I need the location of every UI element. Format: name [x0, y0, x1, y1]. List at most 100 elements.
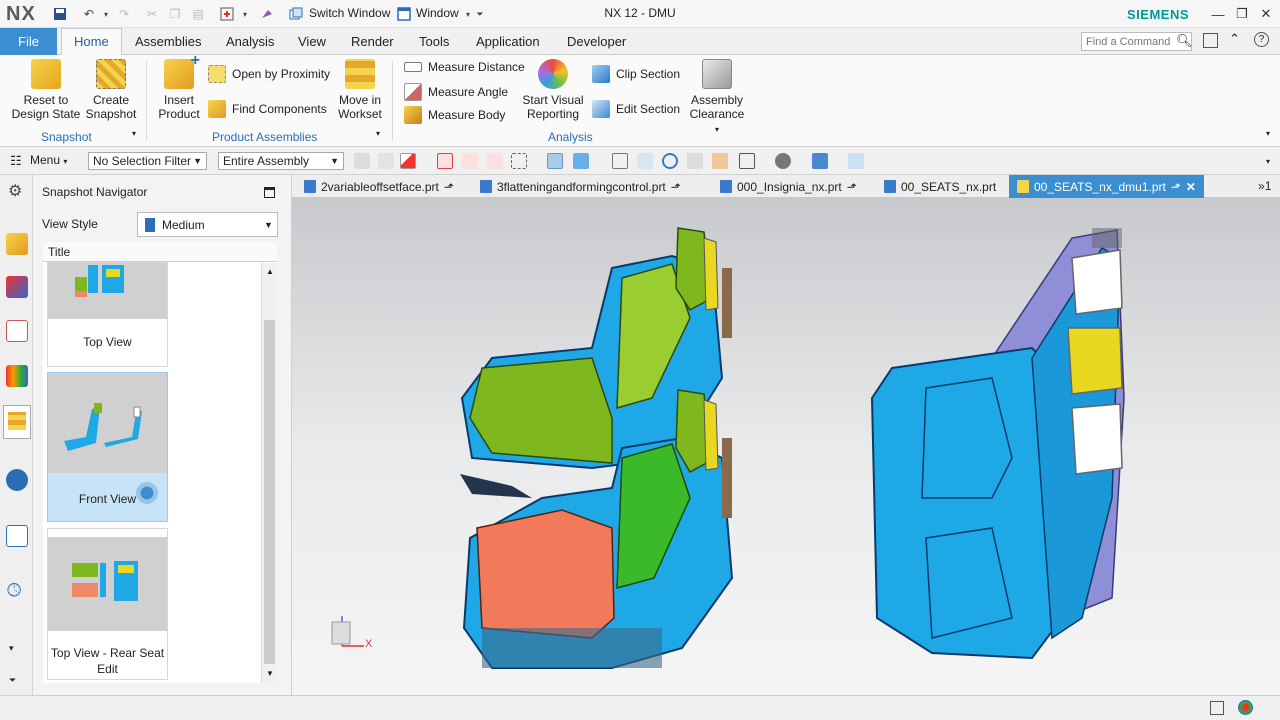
constraint-navigator-icon[interactable]	[6, 276, 28, 298]
point-on-curve-icon[interactable]	[462, 153, 478, 169]
scroll-up-icon[interactable]: ▲	[266, 267, 274, 276]
customize-quick-access-icon[interactable]: ⏷	[471, 5, 489, 23]
snapshot-top-view[interactable]: Top View	[47, 262, 168, 367]
zoom-icon[interactable]	[637, 153, 653, 169]
shaded-view-icon[interactable]	[547, 153, 563, 169]
open-by-proximity-button[interactable]: Open by Proximity	[208, 65, 330, 83]
snapshot-front-view[interactable]: Front View	[47, 372, 168, 522]
snap-view-icon[interactable]	[848, 153, 864, 169]
save-icon[interactable]	[51, 5, 69, 23]
redo-icon[interactable]: ↷	[115, 5, 133, 23]
minimize-icon[interactable]: —	[1207, 4, 1229, 24]
ribbon-options-icon[interactable]	[1203, 33, 1218, 48]
close-tab-icon[interactable]: ✕	[1186, 180, 1196, 194]
vertical-scrollbar[interactable]: ▲ ▼	[261, 263, 277, 683]
undo-icon[interactable]: ↶	[80, 5, 98, 23]
file-tab[interactable]: 3flatteningandformingcontrol.prt ⬏	[480, 175, 681, 198]
undo-dropdown-icon[interactable]: ▾	[97, 5, 115, 23]
file-tab-active[interactable]: 00_SEATS_nx_dmu1.prt ⬏ ✕	[1009, 175, 1204, 198]
full-screen-icon[interactable]	[1210, 701, 1224, 715]
edit-object-icon[interactable]	[687, 153, 703, 169]
snapshot-navigator-tab[interactable]	[3, 405, 31, 439]
start-visual-reporting-button[interactable]: Start Visual Reporting	[521, 59, 585, 121]
assembly-clearance-button[interactable]: Assembly Clearance ▾	[686, 59, 748, 137]
menu-button[interactable]: Menu ▾	[30, 153, 67, 167]
find-components-button[interactable]: Find Components	[208, 100, 327, 118]
reuse-library-icon[interactable]	[6, 365, 28, 387]
resource-bar-more-icon[interactable]: ▾	[9, 643, 14, 654]
switch-window-icon[interactable]	[287, 5, 305, 23]
selection-intent-icon[interactable]	[378, 153, 394, 169]
render-style-icon[interactable]	[775, 153, 791, 169]
snap-point-icon[interactable]	[437, 153, 453, 169]
toolbar-more-icon[interactable]: ▾	[1266, 157, 1270, 166]
history-palette-icon[interactable]	[6, 525, 28, 547]
ribbon-more-icon[interactable]: ▾	[1266, 129, 1270, 138]
repeat-command-icon[interactable]	[258, 5, 276, 23]
selection-scope-select[interactable]: Entire Assembly ▼	[218, 152, 344, 170]
select-all-icon[interactable]	[400, 153, 416, 169]
fit-view-icon[interactable]	[612, 153, 628, 169]
product-more-icon[interactable]: ▾	[376, 129, 380, 138]
collapse-ribbon-icon[interactable]: ⌃	[1229, 31, 1240, 47]
edit-section-button[interactable]: Edit Section	[592, 100, 680, 118]
tab-overflow-button[interactable]: »1	[1258, 179, 1271, 193]
measure-angle-button[interactable]: Measure Angle	[404, 83, 508, 101]
rectangle-selection-icon[interactable]	[511, 153, 527, 169]
tab-view[interactable]: View	[298, 28, 326, 55]
tab-render[interactable]: Render	[351, 28, 394, 55]
reset-to-design-state-button[interactable]: Reset to Design State	[10, 59, 82, 121]
intersection-icon[interactable]	[487, 153, 503, 169]
view-style-select[interactable]: Medium ▼	[137, 212, 278, 237]
tab-analysis[interactable]: Analysis	[226, 28, 274, 55]
snapshot-more-icon[interactable]: ▾	[132, 129, 136, 138]
part-navigator-icon[interactable]	[6, 320, 28, 342]
selection-filter-select[interactable]: No Selection Filter ▼	[88, 152, 207, 170]
clip-section-button[interactable]: Clip Section	[592, 65, 680, 83]
display-icon[interactable]	[712, 153, 728, 169]
general-selection-icon[interactable]	[354, 153, 370, 169]
orient-view-icon[interactable]	[812, 153, 828, 169]
rotate-icon[interactable]	[662, 153, 678, 169]
touch-dropdown-icon[interactable]: ▾	[236, 5, 254, 23]
help-icon[interactable]: ?	[1254, 32, 1269, 47]
measure-body-button[interactable]: Measure Body	[404, 106, 505, 124]
restore-icon[interactable]: ❐	[1231, 4, 1253, 24]
search-icon[interactable]: 🔍︎	[1176, 33, 1193, 49]
window-menu[interactable]: Window	[416, 6, 459, 20]
history-clock-icon[interactable]: 🕓︎	[7, 580, 21, 601]
scroll-down-icon[interactable]: ▼	[266, 669, 274, 678]
window-icon[interactable]	[395, 5, 413, 23]
measure-distance-button[interactable]: Measure Distance	[404, 60, 525, 74]
close-icon[interactable]: ✕	[1255, 4, 1277, 24]
web-browser-icon[interactable]	[6, 469, 28, 491]
file-tab[interactable]: 000_Insignia_nx.prt ⬏	[720, 175, 857, 198]
tab-home[interactable]: Home	[61, 28, 122, 55]
tab-developer[interactable]: Developer	[567, 28, 626, 55]
tab-tools[interactable]: Tools	[419, 28, 449, 55]
touch-mode-icon[interactable]	[218, 5, 236, 23]
move-in-workset-button[interactable]: Move in Workset	[334, 59, 386, 121]
resource-bar-expand-icon[interactable]: ⏷	[9, 675, 16, 686]
switch-window-button[interactable]: Switch Window	[309, 6, 390, 20]
file-tab[interactable]: 00_SEATS_nx.prt	[884, 175, 996, 198]
tab-file[interactable]: File	[0, 28, 57, 55]
maximize-panel-icon[interactable]	[264, 187, 275, 198]
scroll-thumb[interactable]	[264, 320, 275, 664]
tab-application[interactable]: Application	[476, 28, 540, 55]
insert-product-button[interactable]: + Insert Product	[155, 53, 203, 122]
cube-view-icon[interactable]	[573, 153, 589, 169]
status-indicator-icon[interactable]	[1238, 700, 1253, 715]
clearance-dropdown-icon[interactable]: ▾	[715, 125, 719, 134]
create-snapshot-button[interactable]: Create Snapshot	[84, 59, 138, 121]
copy-icon[interactable]: ❐	[166, 5, 184, 23]
layer-settings-icon[interactable]	[739, 153, 755, 169]
file-tab[interactable]: 2variableoffsetface.prt ⬏	[304, 175, 454, 198]
cut-icon[interactable]: ✂	[143, 5, 161, 23]
settings-gear-icon[interactable]: ⚙	[8, 181, 22, 201]
tab-assemblies[interactable]: Assemblies	[135, 28, 201, 55]
graphics-viewport[interactable]: X	[292, 198, 1280, 695]
snapshot-top-view-rear-seat-edit[interactable]: Top View - Rear Seat Edit	[47, 528, 168, 680]
paste-icon[interactable]: ▤	[189, 5, 207, 23]
assembly-navigator-icon[interactable]	[6, 233, 28, 255]
